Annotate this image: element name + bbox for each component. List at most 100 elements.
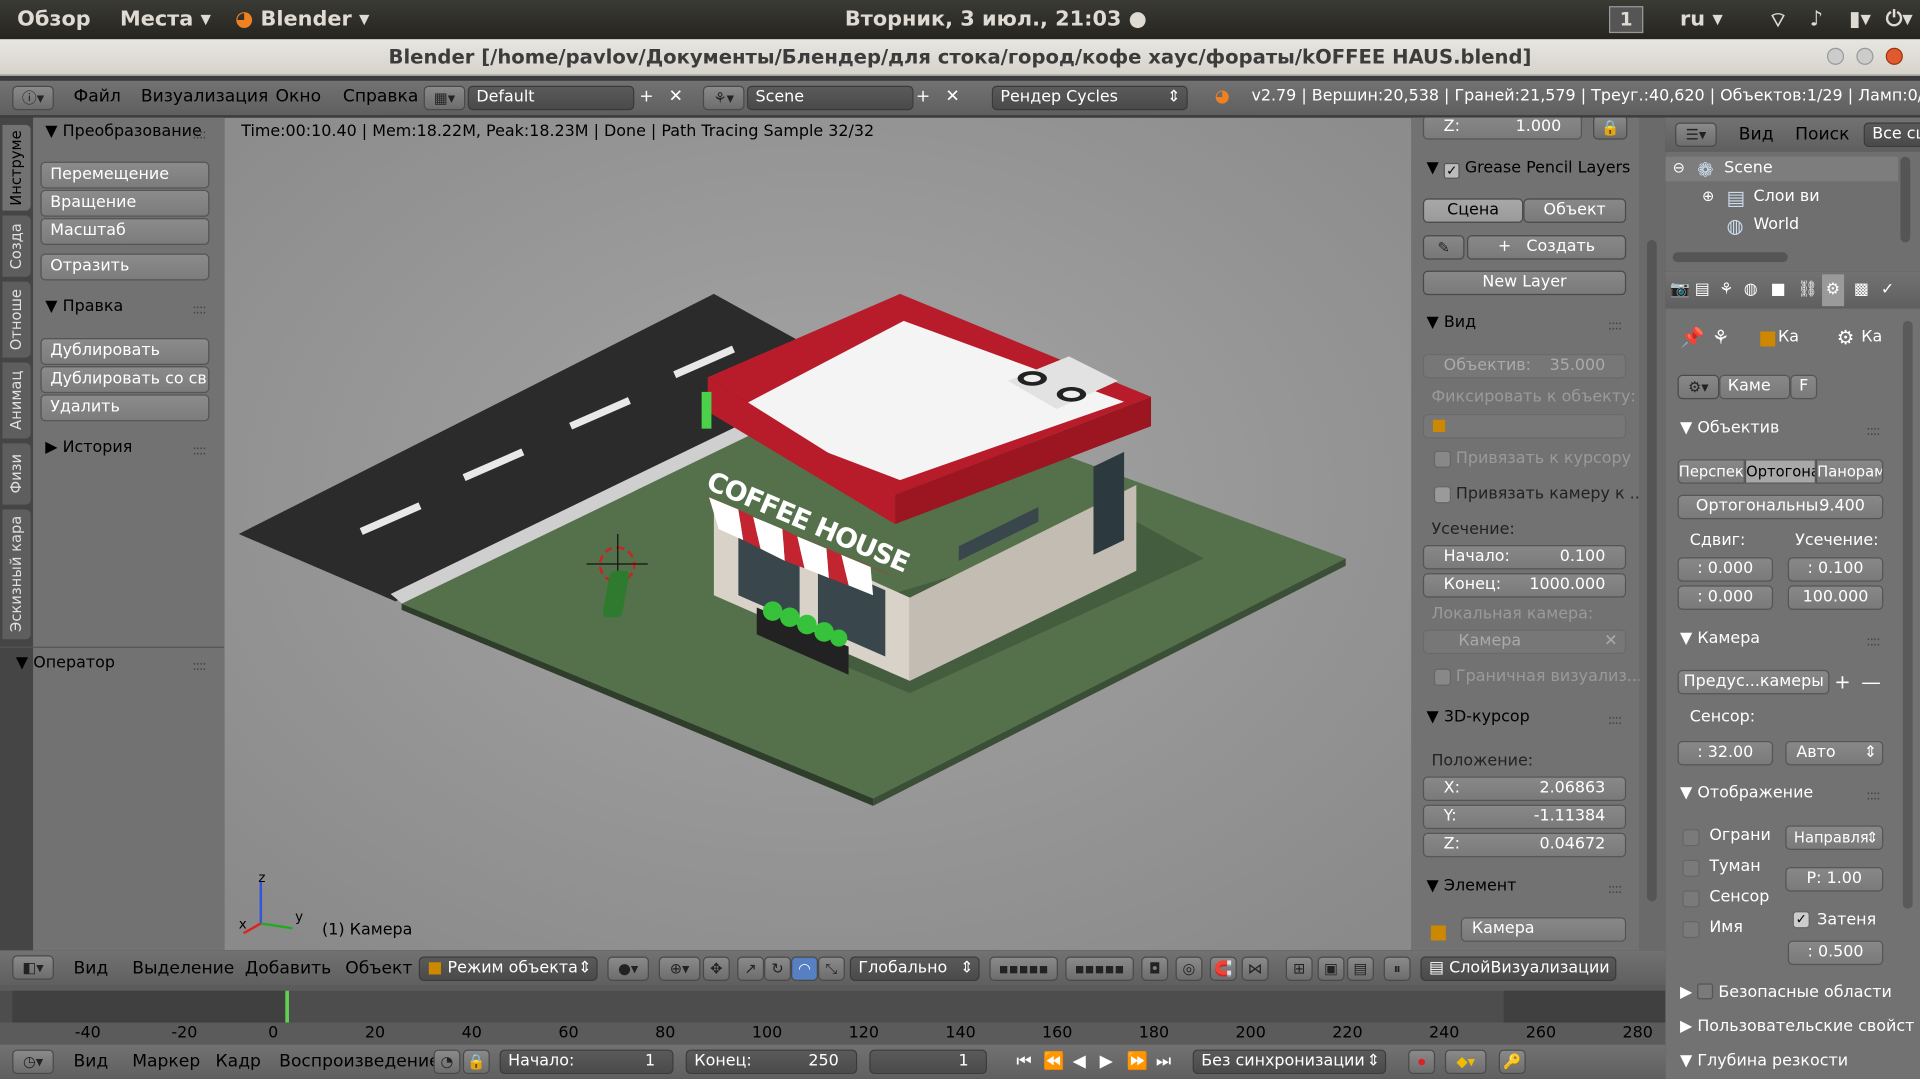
- camera-panel-header[interactable]: ▼ Камера: [1680, 626, 1760, 653]
- npanel-scrollbar[interactable]: [1639, 117, 1666, 951]
- drag-handle-icon[interactable]: ::::: [1608, 712, 1622, 728]
- lock-object-field[interactable]: ■: [1422, 413, 1627, 439]
- snap-icon[interactable]: 🧲: [1209, 956, 1237, 981]
- current-frame-field[interactable]: 1: [869, 1049, 987, 1075]
- pencil-icon[interactable]: ✎: [1422, 235, 1465, 260]
- duplicate-linked-button[interactable]: Дублировать со св...: [40, 366, 210, 394]
- current-frame-indicator[interactable]: [285, 990, 289, 1023]
- drag-handle-icon[interactable]: ::::: [1866, 787, 1880, 803]
- pin-icon[interactable]: 📌: [1680, 326, 1704, 349]
- panoramic-button[interactable]: Панорам: [1815, 459, 1884, 484]
- 3d-viewport[interactable]: COFFEE HOUSE Time:00:10.40 | Mem:18.22M,…: [224, 117, 1412, 951]
- outliner-view-menu[interactable]: Вид: [1739, 119, 1774, 151]
- item-name-field[interactable]: Камера: [1460, 917, 1627, 942]
- panel-edit-header[interactable]: ▼ Правка: [45, 294, 123, 321]
- drag-handle-icon[interactable]: ::::: [192, 301, 206, 317]
- mist-checkbox[interactable]: [1682, 859, 1700, 877]
- drag-handle-icon[interactable]: ::::: [192, 658, 206, 674]
- custom-props-panel-header[interactable]: ▶ Пользовательские свойст: [1680, 1014, 1914, 1041]
- power-icon[interactable]: ⏻▾: [1886, 7, 1913, 31]
- rotate-active-icon[interactable]: ◠: [791, 956, 818, 981]
- jump-end-icon[interactable]: ⏭: [1156, 1046, 1171, 1078]
- snap-element-icon[interactable]: ⋈: [1241, 956, 1269, 981]
- translate-manipulator-icon[interactable]: ↗: [737, 956, 765, 981]
- start-frame-field[interactable]: Начало: 1: [499, 1049, 674, 1075]
- scale-manipulator-icon[interactable]: ⤡: [817, 956, 845, 981]
- play-reverse-icon[interactable]: ◀: [1073, 1046, 1086, 1078]
- orthographic-button[interactable]: Ортогона: [1744, 459, 1816, 484]
- app-menu[interactable]: ◕ Blender ▾: [235, 7, 369, 31]
- delete-button[interactable]: Удалить: [40, 394, 210, 422]
- clip-end-field[interactable]: Конец: 1000.000: [1422, 573, 1627, 598]
- safe-areas-panel-header[interactable]: ▶ Безопасные области: [1680, 980, 1892, 1007]
- alpha-field[interactable]: : 0.500: [1787, 940, 1884, 966]
- pause-render-icon[interactable]: ⏸: [1383, 956, 1411, 981]
- volume-icon[interactable]: ♪: [1810, 7, 1823, 31]
- timeline-view-menu[interactable]: Вид: [73, 1046, 108, 1078]
- timeline-playback-menu[interactable]: Воспроизведение: [279, 1046, 439, 1078]
- outliner-filter-select[interactable]: Все сц: [1863, 122, 1920, 147]
- tab-create[interactable]: Созда: [2, 215, 31, 277]
- cursor-y-field[interactable]: Y: -1.11384: [1422, 804, 1627, 830]
- mirror-button[interactable]: Отразить: [40, 253, 210, 281]
- snap-target-icon[interactable]: ⊞: [1285, 956, 1313, 981]
- new-layer-button[interactable]: New Layer: [1422, 270, 1627, 296]
- z-field[interactable]: Z: 1.000: [1422, 117, 1583, 140]
- remove-scene-icon[interactable]: ✕: [945, 81, 959, 113]
- outliner-search-menu[interactable]: Поиск: [1795, 119, 1849, 151]
- camera-data-browse-icon[interactable]: ⚙▾: [1677, 374, 1720, 400]
- perspective-button[interactable]: Перспек: [1677, 459, 1745, 484]
- context-object-icon[interactable]: ■: [1771, 274, 1786, 306]
- lock-cursor-checkbox[interactable]: [1433, 450, 1452, 468]
- context-world-icon[interactable]: ◍: [1744, 274, 1758, 306]
- clock[interactable]: Вторник, 3 июл., 21:03 ●: [845, 7, 1147, 31]
- direction-select[interactable]: Направля ⇕: [1785, 825, 1884, 850]
- move-button[interactable]: Перемещение: [40, 161, 210, 189]
- menu-help[interactable]: Справка: [343, 81, 419, 113]
- menu-view[interactable]: Вид: [73, 953, 108, 985]
- render-engine-select[interactable]: Рендер Cycles ⇕: [991, 85, 1188, 111]
- scene-icon[interactable]: ⚘▾: [702, 85, 745, 111]
- tab-object-button[interactable]: Объект: [1523, 198, 1627, 223]
- shift-y-field[interactable]: : 0.000: [1677, 585, 1774, 610]
- shading-icon[interactable]: ●▾: [607, 956, 649, 981]
- editor-type-3d-icon[interactable]: ◧▾: [12, 955, 54, 980]
- local-camera-field[interactable]: Камера ✕: [1422, 629, 1627, 654]
- panel-operator-header[interactable]: ▼ Оператор: [16, 650, 115, 677]
- camera-data-name[interactable]: Каме: [1719, 374, 1791, 400]
- menu-object[interactable]: Объект: [345, 953, 412, 985]
- manipulator-icon[interactable]: ✥: [702, 956, 730, 981]
- end-frame-field[interactable]: Конец: 250: [685, 1049, 858, 1075]
- lock-icon[interactable]: 🔒: [1593, 117, 1628, 140]
- layers-grid-icon[interactable]: ▪▪▪▪▪: [989, 956, 1058, 981]
- layers-grid2-icon[interactable]: ▪▪▪▪▪: [1065, 956, 1134, 981]
- outliner-editor-icon[interactable]: ☰▾: [1675, 122, 1717, 147]
- limits-checkbox[interactable]: [1682, 829, 1700, 847]
- fake-user-button[interactable]: F: [1790, 374, 1818, 400]
- tab-animation[interactable]: Анимац: [2, 362, 31, 439]
- outliner-hscrollbar[interactable]: [1672, 252, 1788, 263]
- name-checkbox[interactable]: [1682, 920, 1700, 939]
- editor-type-timeline-icon[interactable]: ◷▾: [12, 1049, 54, 1075]
- clip-start-field[interactable]: Начало: 0.100: [1422, 544, 1627, 570]
- tab-tools[interactable]: Инструме: [2, 124, 31, 211]
- language-menu[interactable]: ru ▾: [1680, 7, 1723, 31]
- drag-handle-icon[interactable]: ::::: [1866, 423, 1880, 439]
- context-scene-icon[interactable]: ⚘: [1719, 274, 1733, 306]
- outliner-render-layers[interactable]: Слои ви: [1753, 187, 1819, 205]
- ortho-scale-field[interactable]: Ортогональны: 9.400: [1677, 494, 1884, 520]
- menu-window[interactable]: Окно: [276, 81, 322, 113]
- shift-x-field[interactable]: : 0.000: [1677, 557, 1774, 582]
- outliner-scene[interactable]: Scene: [1724, 159, 1773, 177]
- sensor-size-field[interactable]: : 32.00: [1677, 740, 1774, 766]
- context-render-icon[interactable]: 📷: [1670, 274, 1690, 306]
- minimize-button[interactable]: [1826, 47, 1845, 65]
- breadcrumb-camera[interactable]: Ка: [1861, 328, 1882, 346]
- maximize-button[interactable]: [1856, 47, 1874, 65]
- panel-transform-header[interactable]: ▼ Преобразование: [45, 119, 201, 146]
- sensor-checkbox[interactable]: [1682, 890, 1700, 908]
- create-button[interactable]: + Создать: [1466, 235, 1627, 260]
- tab-scene-button[interactable]: Сцена: [1422, 198, 1524, 223]
- rotate-button[interactable]: Вращение: [40, 189, 210, 217]
- context-constraints-icon[interactable]: ⛓: [1798, 274, 1818, 306]
